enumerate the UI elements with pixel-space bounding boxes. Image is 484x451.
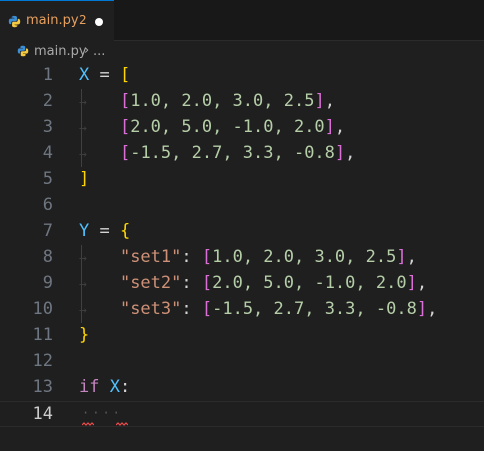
code-line: 8 → "set1": [1.0, 2.0, 3.0, 2.5], bbox=[0, 245, 484, 271]
code-line: 9 → "set2": [2.0, 5.0, -1.0, 2.0], bbox=[0, 271, 484, 297]
line-content: "set1": [1.0, 2.0, 3.0, 2.5], bbox=[119, 247, 417, 267]
line-number: 2 bbox=[42, 91, 53, 111]
line-content: if X: bbox=[79, 377, 131, 397]
error-squiggle-icon bbox=[82, 422, 94, 426]
unsaved-dot-icon[interactable] bbox=[95, 18, 103, 26]
python-icon bbox=[17, 45, 29, 57]
tab-main-py[interactable]: main.py 2 bbox=[0, 0, 114, 41]
line-number: 3 bbox=[42, 117, 53, 137]
python-icon bbox=[8, 15, 21, 28]
whitespace-indicator: ···· bbox=[82, 406, 123, 420]
line-number: 5 bbox=[42, 169, 53, 189]
code-area[interactable]: 1 X = [ 2 → [1.0, 2.0, 3.0, 2.5], 3 → [2… bbox=[0, 63, 484, 451]
line-content: Y = { bbox=[79, 221, 131, 241]
tab-filename: main.py bbox=[26, 13, 79, 28]
code-line: 10 → "set3": [-1.5, 2.7, 3.3, -0.8], bbox=[0, 297, 484, 323]
line-number: 8 bbox=[42, 247, 53, 267]
code-line: 7 Y = { bbox=[0, 219, 484, 245]
code-line: 1 X = [ bbox=[0, 63, 484, 89]
line-number: 4 bbox=[42, 143, 53, 163]
line-content: "set3": [-1.5, 2.7, 3.3, -0.8], bbox=[119, 299, 438, 319]
line-number: 10 bbox=[32, 299, 53, 319]
code-line: 3 → [2.0, 5.0, -1.0, 2.0], bbox=[0, 115, 484, 141]
error-squiggle-icon bbox=[116, 422, 128, 426]
code-line: 13 if X: bbox=[0, 375, 484, 401]
line-content: ] bbox=[79, 169, 90, 189]
line-number: 13 bbox=[32, 377, 53, 397]
line-number: 12 bbox=[32, 351, 53, 371]
line-number: 1 bbox=[42, 65, 53, 85]
breadcrumb: main.py › ... bbox=[0, 41, 484, 63]
current-line[interactable]: 14 ···· bbox=[0, 401, 484, 427]
line-content: X = [ bbox=[79, 65, 131, 85]
line-number: 9 bbox=[42, 273, 53, 293]
breadcrumb-file[interactable]: main.py bbox=[34, 44, 87, 59]
code-line: 4 → [-1.5, 2.7, 3.3, -0.8], bbox=[0, 141, 484, 167]
line-content: [1.0, 2.0, 3.0, 2.5], bbox=[119, 91, 335, 111]
line-number: 6 bbox=[42, 195, 53, 215]
code-line: 11 } bbox=[0, 323, 484, 349]
line-content: } bbox=[79, 325, 90, 345]
code-editor: main.py 2 main.py › ... 1 X = [ 2 → [1.0… bbox=[0, 0, 484, 451]
line-number: 14 bbox=[32, 404, 53, 424]
code-line: 6 bbox=[0, 193, 484, 219]
code-line: 2 → [1.0, 2.0, 3.0, 2.5], bbox=[0, 89, 484, 115]
tab-bar: main.py 2 bbox=[0, 0, 484, 41]
line-content: "set2": [2.0, 5.0, -1.0, 2.0], bbox=[119, 273, 428, 293]
line-content: [-1.5, 2.7, 3.3, -0.8], bbox=[119, 143, 356, 163]
line-content: [2.0, 5.0, -1.0, 2.0], bbox=[119, 117, 346, 137]
breadcrumb-more[interactable]: ... bbox=[93, 44, 105, 59]
chevron-right-icon: › bbox=[84, 43, 90, 58]
code-line: 12 bbox=[0, 349, 484, 375]
line-number: 11 bbox=[32, 325, 53, 345]
line-number: 7 bbox=[42, 221, 53, 241]
code-line: 5 ] bbox=[0, 167, 484, 193]
problems-count-badge: 2 bbox=[79, 13, 87, 27]
